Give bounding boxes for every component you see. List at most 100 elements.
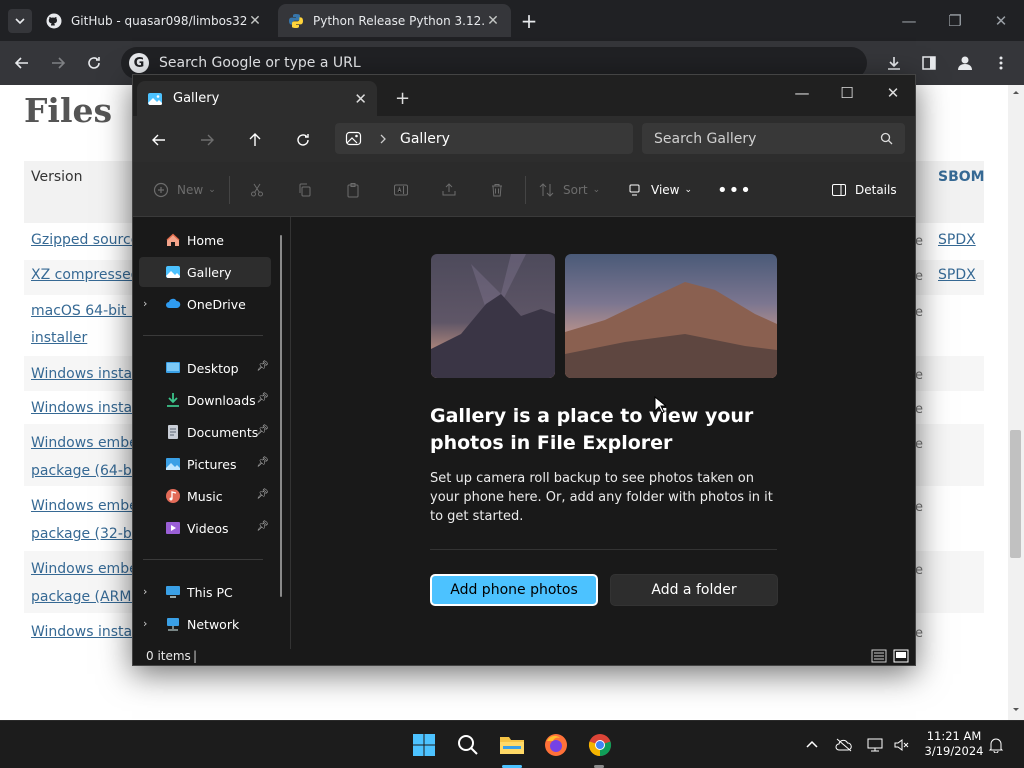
close-icon[interactable]: ✕ [354, 90, 367, 108]
copy-button[interactable] [297, 179, 313, 201]
table-row-link[interactable]: Windows installe [31, 624, 148, 640]
view-icon [629, 184, 640, 196]
close-icon[interactable]: ✕ [485, 13, 501, 29]
pin-icon[interactable]: 📌︎ [256, 457, 269, 468]
nav-item-downloads[interactable]: Downloads 📌︎ [139, 385, 271, 415]
nav-item-network[interactable]: Network [139, 609, 271, 639]
browser-tab-python[interactable]: Python Release Python 3.12.2 | ✕ [278, 4, 511, 37]
new-tab-button[interactable]: + [518, 11, 540, 33]
new-button[interactable]: New ⌄ [153, 179, 216, 201]
scissors-icon [251, 183, 263, 197]
table-row-link[interactable]: macOS 64-bit ur [31, 303, 145, 319]
minimize-button[interactable]: — [898, 10, 920, 32]
nav-item-desktop[interactable]: Desktop 📌︎ [139, 353, 271, 383]
taskbar-file-explorer[interactable] [498, 731, 526, 759]
show-hidden-icons-button[interactable] [802, 735, 822, 755]
table-row-link-line2[interactable]: installer [31, 330, 87, 346]
truncated-cell: e [915, 234, 923, 249]
scrollbar-thumb[interactable] [1010, 430, 1021, 558]
back-button[interactable] [11, 52, 33, 74]
add-phone-photos-button[interactable]: Add phone photos [430, 574, 598, 606]
taskbar-chrome[interactable] [586, 731, 614, 759]
delete-button[interactable] [489, 179, 505, 201]
tab-search-button[interactable] [8, 9, 32, 33]
nav-item-this-pc[interactable]: This PC [139, 577, 271, 607]
refresh-button[interactable] [291, 128, 315, 152]
scroll-up-icon[interactable] [1008, 87, 1024, 97]
reload-button[interactable] [83, 52, 105, 74]
system-clock[interactable]: 11:21 AM 3/19/2024 [920, 729, 988, 759]
forward-button[interactable] [47, 52, 69, 74]
details-button[interactable]: Details [831, 179, 897, 201]
minimize-button[interactable]: — [790, 81, 814, 105]
page-scrollbar[interactable] [1008, 85, 1024, 720]
sbom-link[interactable]: SPDX [938, 232, 976, 248]
table-row-link[interactable]: Windows embed [31, 435, 147, 451]
sbom-link[interactable]: SPDX [938, 267, 976, 283]
table-row-link[interactable]: Windows embed [31, 561, 147, 577]
volume-tray-icon[interactable] [892, 735, 912, 755]
restore-button[interactable]: ❐ [944, 10, 966, 32]
details-view-button[interactable] [871, 649, 887, 663]
view-button[interactable]: View ⌄ [628, 179, 692, 201]
command-bar: New ⌄ Sort ⌄ View ⌄ ••• Details [133, 162, 915, 217]
menu-button[interactable] [990, 52, 1012, 74]
tiles-view-button[interactable] [893, 649, 909, 663]
download-icon [888, 57, 900, 70]
nav-item-pictures[interactable]: Pictures 📌︎ [139, 449, 271, 479]
more-options-button[interactable]: ••• [717, 179, 752, 201]
nav-item-gallery[interactable]: Gallery [139, 257, 271, 287]
cut-button[interactable] [249, 179, 265, 201]
close-icon[interactable]: ✕ [247, 13, 263, 29]
explorer-new-tab-button[interactable]: + [395, 88, 410, 109]
share-button[interactable] [441, 179, 457, 201]
notifications-button[interactable] [986, 735, 1006, 755]
back-button[interactable] [147, 128, 171, 152]
nav-item-label: Pictures [187, 456, 237, 472]
up-button[interactable] [243, 128, 267, 152]
downloads-button[interactable] [883, 52, 905, 74]
add-folder-button[interactable]: Add a folder [610, 574, 778, 606]
close-window-button[interactable]: ✕ [881, 81, 905, 105]
gallery-icon [148, 92, 162, 105]
taskbar-firefox[interactable] [542, 731, 570, 759]
close-window-button[interactable]: ✕ [990, 10, 1012, 32]
truncated-cell: e [915, 269, 923, 284]
nav-item-onedrive[interactable]: OneDrive [139, 289, 271, 319]
table-row-link[interactable]: Windows installe [31, 400, 148, 416]
sort-button[interactable]: Sort ⌄ [539, 179, 600, 201]
maximize-button[interactable]: ☐ [835, 81, 859, 105]
scroll-down-icon[interactable] [1008, 705, 1024, 715]
breadcrumb[interactable]: Gallery [335, 123, 633, 154]
nav-item-home[interactable]: Home [139, 225, 271, 255]
browser-tab-github[interactable]: GitHub - quasar098/limbos32: c ✕ [36, 4, 273, 37]
nav-scrollbar[interactable] [280, 235, 282, 597]
profile-button[interactable] [954, 52, 976, 74]
nav-item-music[interactable]: Music 📌︎ [139, 481, 271, 511]
table-row-link[interactable]: Windows installe [31, 366, 148, 382]
start-button[interactable] [410, 731, 438, 759]
pin-icon[interactable]: 📌︎ [256, 521, 269, 532]
network-tray-icon[interactable] [866, 735, 886, 755]
side-panel-button[interactable] [918, 52, 940, 74]
breadcrumb-item[interactable]: Gallery [400, 131, 450, 147]
search-button[interactable] [454, 731, 482, 759]
pin-icon[interactable]: 📌︎ [256, 393, 269, 404]
gallery-empty-state: Gallery is a place to view your photos i… [291, 217, 915, 649]
table-row-link-line2[interactable]: package (32-bit) [31, 526, 147, 542]
pin-icon[interactable]: 📌︎ [256, 489, 269, 500]
pin-icon[interactable]: 📌︎ [256, 361, 269, 372]
search-input[interactable]: Search Gallery [642, 123, 905, 154]
pin-icon[interactable]: 📌︎ [256, 425, 269, 436]
onedrive-tray-icon[interactable] [834, 735, 854, 755]
desktop-icon [166, 362, 180, 373]
table-row-link[interactable]: Windows embed [31, 498, 147, 514]
rename-button[interactable] [393, 179, 409, 201]
table-row-link[interactable]: Gzipped source [31, 232, 139, 248]
table-row-link-line2[interactable]: package (64-bit) [31, 463, 147, 479]
nav-item-videos[interactable]: Videos 📌︎ [139, 513, 271, 543]
explorer-tab-gallery[interactable]: Gallery ✕ [137, 81, 377, 116]
forward-button[interactable] [195, 128, 219, 152]
paste-button[interactable] [345, 179, 361, 201]
nav-item-documents[interactable]: Documents 📌︎ [139, 417, 271, 447]
